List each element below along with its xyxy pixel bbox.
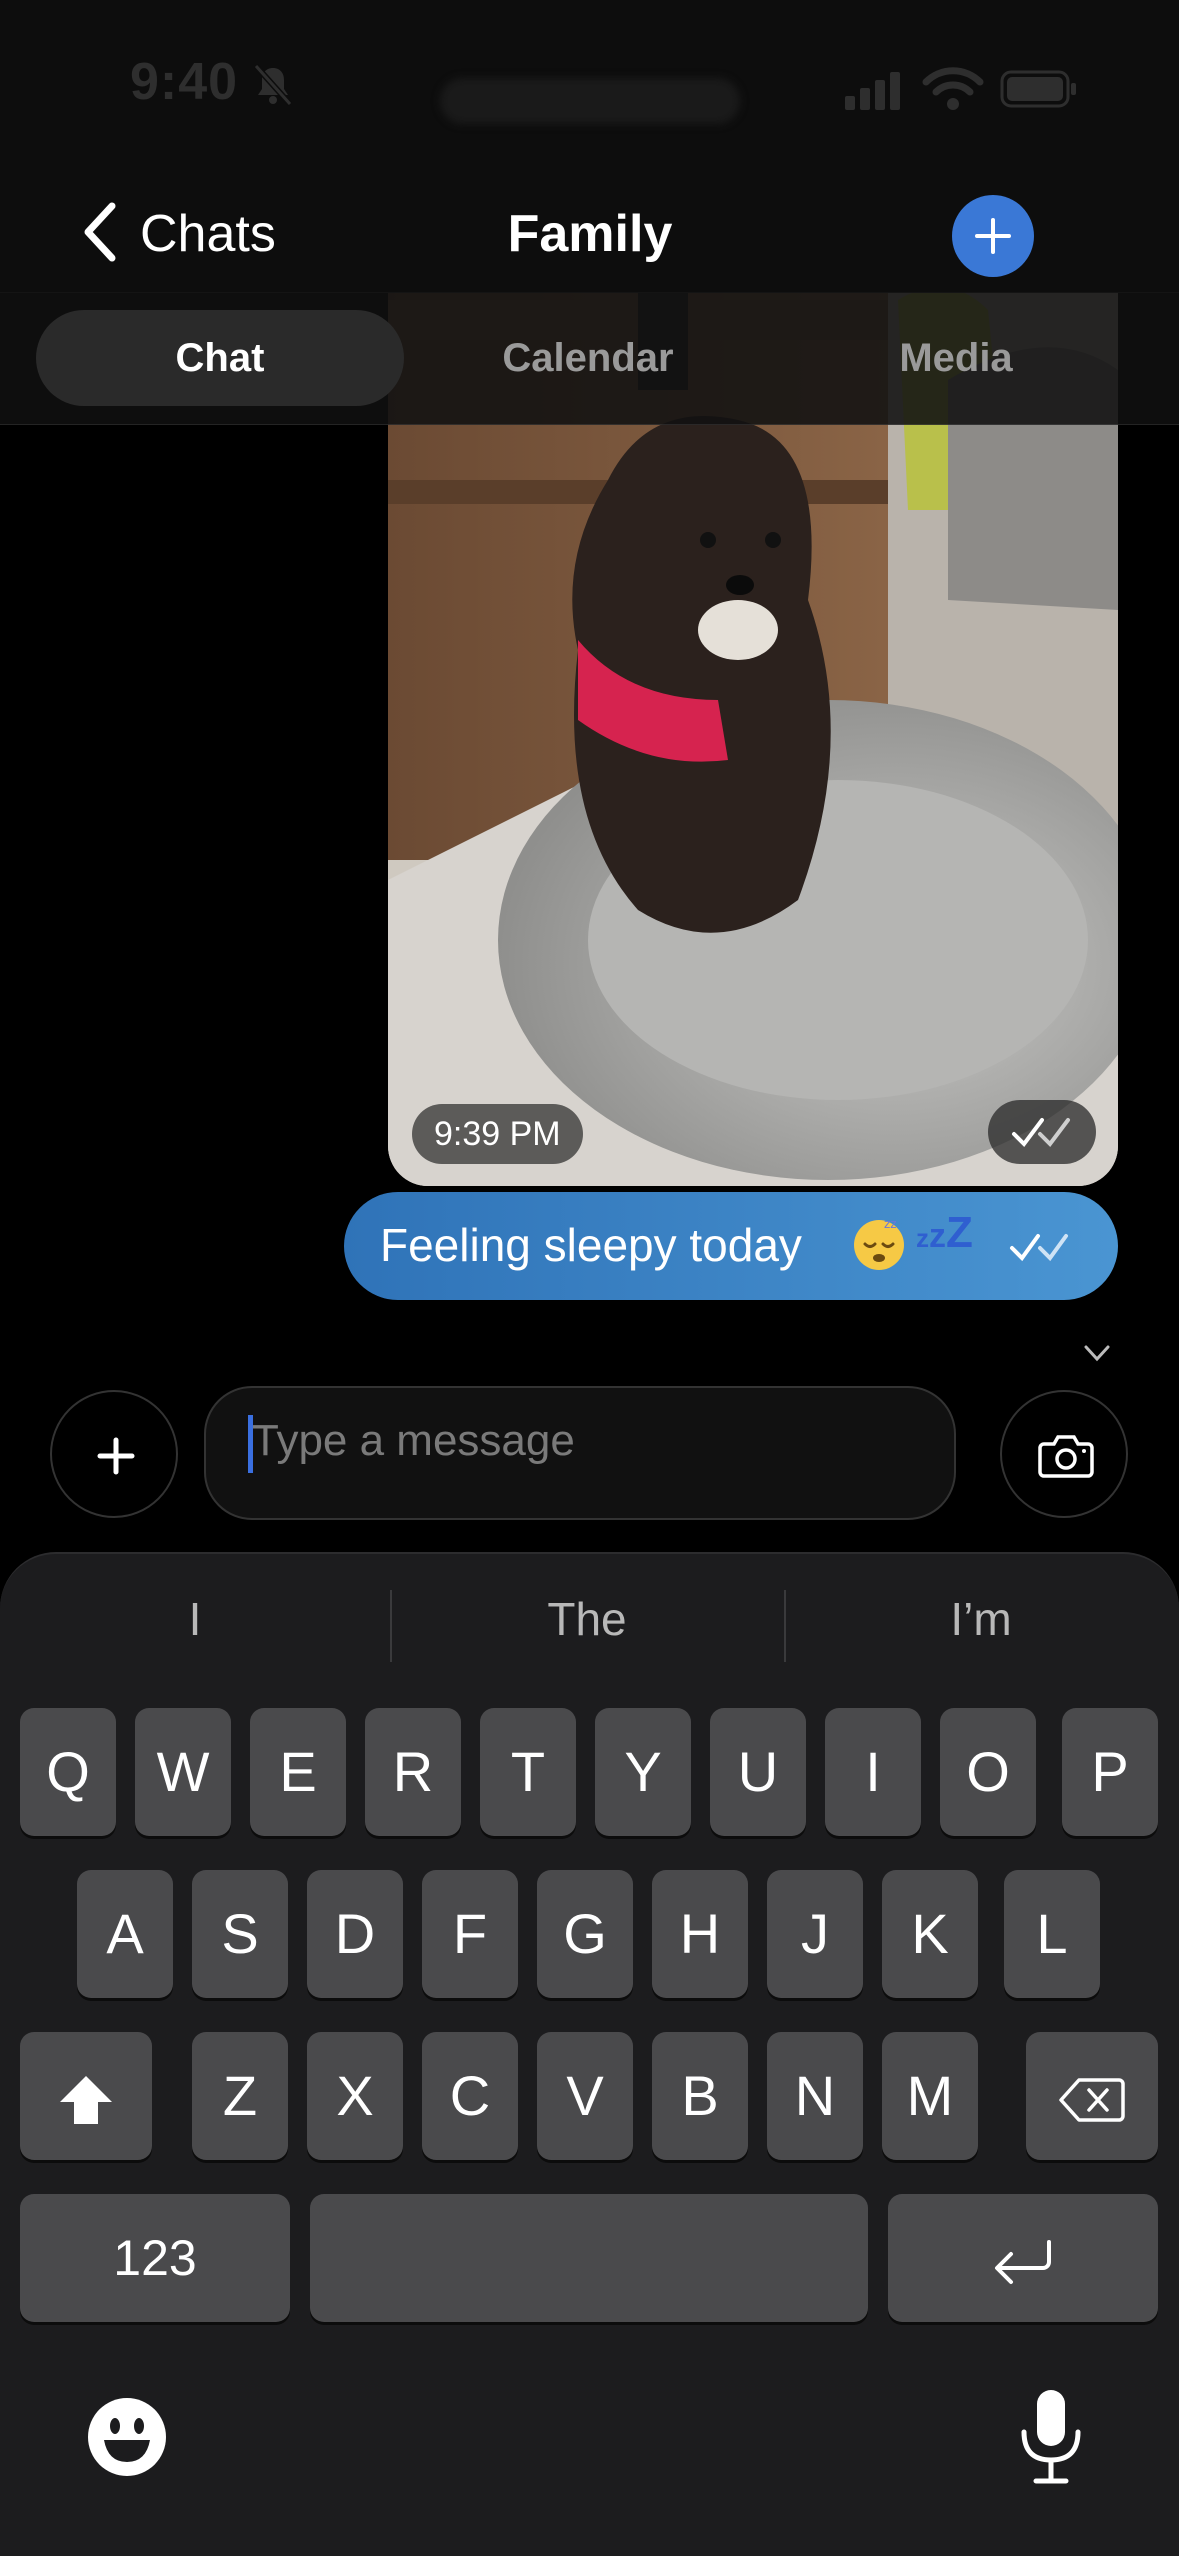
key-k[interactable]: K (882, 1870, 978, 1998)
key-j[interactable]: J (767, 1870, 863, 1998)
shift-icon (60, 2076, 112, 2125)
chevron-left-icon[interactable] (78, 200, 126, 264)
shift-key[interactable] (20, 2032, 152, 2160)
dynamic-island (440, 78, 740, 124)
svg-text:zz: zz (884, 1217, 897, 1231)
space-key[interactable] (310, 2194, 868, 2322)
status-time: 9:40 (130, 53, 239, 111)
plus-icon (97, 1437, 135, 1475)
emoji-keyboard-icon[interactable] (86, 2396, 168, 2478)
key-i[interactable]: I (825, 1708, 921, 1836)
key-g[interactable]: G (537, 1870, 633, 1998)
zzz-icon: zzZ (916, 1208, 973, 1257)
microphone-icon[interactable] (1018, 2388, 1084, 2486)
bell-off-icon (253, 63, 293, 107)
key-v[interactable]: V (537, 2032, 633, 2160)
key-q[interactable]: Q (20, 1708, 116, 1836)
key-x[interactable]: X (307, 2032, 403, 2160)
key-s[interactable]: S (192, 1870, 288, 1998)
key-a[interactable]: A (77, 1870, 173, 1998)
key-y[interactable]: Y (595, 1708, 691, 1836)
chat-title: Family (507, 205, 673, 263)
camera-button[interactable] (1000, 1390, 1128, 1518)
camera-icon (1038, 1435, 1094, 1478)
photo-timestamp: 9:39 PM (412, 1104, 583, 1164)
attach-button[interactable] (50, 1390, 178, 1518)
suggestion-3[interactable]: I’m (786, 1592, 1176, 1646)
key-r[interactable]: R (365, 1708, 461, 1836)
message-text: Feeling sleepy today (380, 1219, 802, 1271)
return-icon (995, 2240, 1051, 2285)
key-t[interactable]: T (480, 1708, 576, 1836)
key-c[interactable]: C (422, 2032, 518, 2160)
key-w[interactable]: W (135, 1708, 231, 1836)
suggestion-1[interactable]: I (0, 1592, 390, 1646)
plus-icon (975, 218, 1011, 254)
key-h[interactable]: H (652, 1870, 748, 1998)
key-d[interactable]: D (307, 1870, 403, 1998)
wifi-icon (922, 67, 984, 110)
key-u[interactable]: U (710, 1708, 806, 1836)
cellular-signal-icon (845, 72, 900, 110)
tab-media[interactable]: Media (772, 310, 1140, 406)
back-button-label[interactable]: Chats (140, 204, 276, 264)
message-placeholder: Type a message (252, 1416, 575, 1465)
sleeping-face-icon: zz (854, 1217, 904, 1270)
add-button[interactable] (952, 195, 1034, 277)
return-key[interactable] (888, 2194, 1158, 2322)
key-l[interactable]: L (1004, 1870, 1100, 1998)
key-p[interactable]: P (1062, 1708, 1158, 1836)
key-f[interactable]: F (422, 1870, 518, 1998)
read-receipt-icon (1010, 1234, 1068, 1262)
tab-calendar[interactable]: Calendar (404, 310, 772, 406)
battery-icon (1000, 70, 1076, 108)
key-b[interactable]: B (652, 2032, 748, 2160)
delete-key[interactable] (1026, 2032, 1158, 2160)
numbers-key[interactable]: 123 (20, 2194, 290, 2322)
read-receipt-icon (988, 1100, 1096, 1164)
suggestion-2[interactable]: The (392, 1592, 782, 1646)
chevron-down-icon[interactable] (1082, 1342, 1112, 1364)
key-e[interactable]: E (250, 1708, 346, 1836)
backspace-icon (1059, 2078, 1125, 2122)
key-m[interactable]: M (882, 2032, 978, 2160)
key-o[interactable]: O (940, 1708, 1036, 1836)
key-z[interactable]: Z (192, 2032, 288, 2160)
tab-chat[interactable]: Chat (36, 310, 404, 406)
key-n[interactable]: N (767, 2032, 863, 2160)
